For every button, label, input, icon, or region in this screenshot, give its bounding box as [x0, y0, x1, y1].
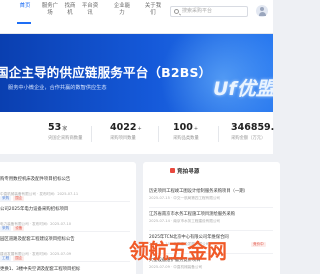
nav-item-home[interactable]: 首页: [17, 3, 33, 10]
list-item[interactable]: 公司2025年电力设备采购招标项目 采购 设备 电力装备有限公司 · 发布时间：2…: [0, 206, 132, 231]
stat-amount: 346859. 采购金额（万元）: [231, 122, 275, 148]
list-item-meta: 电力装备有限公司 · 发布时间：2025-07-10: [0, 222, 72, 226]
search-placeholder: 搜索采购平台: [182, 8, 213, 14]
nav-item-label-2: 讯: [87, 10, 93, 16]
nav-item-label: 企业能: [113, 3, 131, 9]
nav-item-about-us[interactable]: 关于我 们: [143, 3, 163, 17]
list-item-title: 江苏省南京市水务工程施工项目测绘服务采购: [149, 212, 235, 217]
list-item-meta: 建设发展有限公司 · 发布时间：2025-07-09: [0, 252, 72, 256]
stat-value: 346859.: [231, 122, 275, 133]
stat-divider: [158, 126, 159, 142]
nav-active-indicator: [17, 22, 31, 24]
list-item-meta: 2025-07-09 · 中直机械装备公司: [149, 265, 203, 269]
nav-item-label: 关于我: [144, 3, 162, 9]
list-item-title: 公司2025年电力设备采购招标项目: [0, 207, 69, 212]
list-item-tags: 采购 设备: [0, 214, 132, 231]
stat-value: 4022+: [110, 122, 142, 133]
stat-value: 53家: [48, 122, 68, 133]
stat-divider: [218, 126, 219, 142]
nav-item-label-2: 们: [150, 10, 156, 16]
list-item[interactable]: 江苏省南京市水务工程施工项目测绘服务采购 2025-07-14 · 南京市水务工…: [149, 211, 277, 224]
list-item[interactable]: 园区道路及配套工程建设项目招标公告 工程 国企 建设发展有限公司 · 发布时间：2…: [0, 236, 132, 261]
list-item-meta: 中直机械装备有限公司 · 发布时间：2025-07-11: [0, 192, 79, 196]
nav-item-label-2: 机: [67, 10, 73, 16]
stat-buyers: 53家 央国企采购商数量: [48, 122, 82, 148]
nav-item-label: 平台资: [81, 3, 99, 9]
banner-subtitle: 服务中小微企业，合作共赢的数智供应生态: [8, 85, 107, 91]
list-item-meta: 2025-07-15 · 中交一航局第四工程有限公司: [149, 196, 221, 200]
nav-item-label-2: 力: [119, 10, 125, 16]
divider: [149, 207, 273, 208]
hero-banner[interactable]: 国企主导的供应链服务平台（B2BS） 服务中小微企业，合作共赢的数智供应生态 U…: [0, 34, 273, 112]
nav-item-find-opportunity[interactable]: 找商 机: [62, 3, 78, 17]
top-nav: 首页 服务广 场 找商 机 平台资 讯 企业能 力 关于我 们 搜索采购平台: [0, 0, 273, 34]
brand-logo: Uf优盟: [213, 78, 273, 100]
user-avatar-icon[interactable]: [256, 5, 268, 17]
divider: [149, 230, 273, 231]
list-item-title: 园区道路及配套工程建设项目招标公告: [0, 237, 75, 242]
divider: [0, 261, 130, 262]
card-heading: 竞拍寻源: [177, 169, 200, 175]
list-item-title: 历史项目工程竣工图设计绘制服务采购项目（一期）: [149, 189, 248, 194]
stat-categories: 100+ 采购品类数量: [173, 122, 199, 148]
stat-label: 采购项目数量: [110, 136, 136, 141]
nav-item-label: 服务广: [41, 3, 59, 9]
stat-label: 采购金额（万元）: [231, 136, 266, 141]
nav-item-label: 首页: [19, 3, 31, 9]
banner-title: 国企主导的供应链服务平台（B2BS）: [0, 65, 212, 80]
divider: [0, 201, 130, 202]
stat-value: 100+: [173, 122, 199, 133]
stat-divider: [91, 126, 92, 142]
list-item[interactable]: 历史项目工程竣工图设计绘制服务采购项目（一期） 2025-07-15 · 中交一…: [149, 188, 277, 201]
status-badge: 竞价中: [251, 242, 266, 247]
stats-bar: 53家 央国企采购商数量 4022+ 采购项目数量 100+ 采购品类数量 34…: [0, 112, 275, 154]
stat-projects: 4022+ 采购项目数量: [110, 122, 142, 148]
list-item[interactable]: 购专用数控机床及配件项目招标公告 采购 国企 中直机械装备有限公司 · 发布时间：…: [0, 176, 132, 201]
search-icon: [174, 9, 179, 14]
list-item-title: 购专用数控机床及配件项目招标公告: [0, 177, 71, 182]
procurement-list-card: 购专用数控机床及配件项目招标公告 采购 国企 中直机械装备有限公司 · 发布时间：…: [0, 162, 136, 274]
nav-item-label-2: 场: [47, 10, 53, 16]
search-input[interactable]: 搜索采购平台: [170, 6, 248, 17]
list-item-meta: 2025-07-14 · 南京市水务工程建设有限公司: [149, 219, 221, 223]
nav-item-platform-news[interactable]: 平台资 讯: [80, 3, 100, 17]
list-item-tags: 工程 国企: [0, 244, 132, 261]
divider: [0, 231, 130, 232]
list-item[interactable]: 更换1、3楼中央空调及配套工程项目招标: [0, 266, 132, 272]
site-watermark: 领航五金网: [129, 239, 227, 263]
list-item-title: 更换1、3楼中央空调及配套工程项目招标: [0, 267, 81, 272]
stat-label: 采购品类数量: [173, 136, 199, 141]
nav-item-service-square[interactable]: 服务广 场: [40, 3, 60, 17]
nav-item-label: 找商: [64, 3, 76, 9]
nav-item-enterprise-capability[interactable]: 企业能 力: [112, 3, 132, 17]
list-item-tags: 采购 国企: [0, 184, 132, 201]
stat-label: 央国企采购商数量: [48, 136, 83, 141]
fire-icon: [170, 168, 175, 173]
